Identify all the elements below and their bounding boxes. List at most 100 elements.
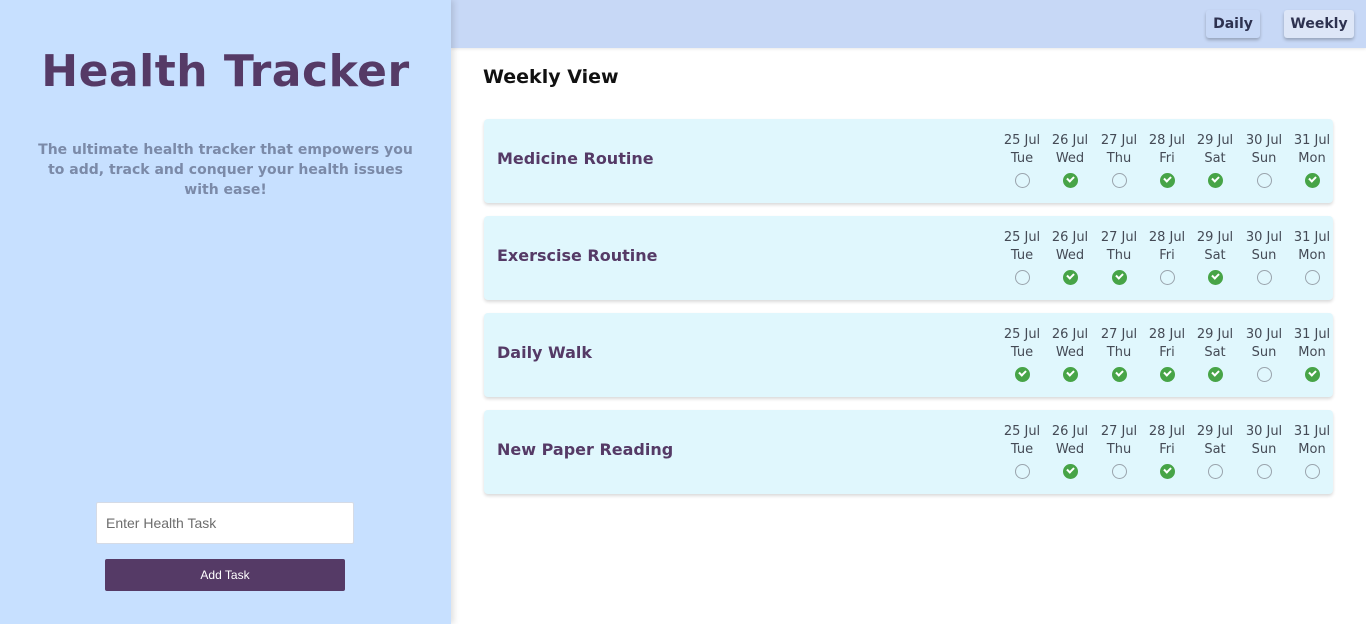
page-title: Weekly View <box>483 66 619 88</box>
day-weekday: Tue <box>1010 248 1034 263</box>
day-date: 27 Jul <box>1100 230 1138 245</box>
day-weekday: Mon <box>1298 345 1326 360</box>
day-date: 29 Jul <box>1196 327 1234 342</box>
check-circle-icon[interactable] <box>1062 270 1078 285</box>
day-date: 28 Jul <box>1148 424 1186 439</box>
day-column: 25 Jul Tue <box>997 423 1047 479</box>
task-name: Medicine Routine <box>497 149 654 168</box>
empty-circle-icon[interactable] <box>1256 270 1272 285</box>
check-circle-icon[interactable] <box>1062 173 1078 188</box>
day-date: 31 Jul <box>1293 327 1331 342</box>
task-name: New Paper Reading <box>497 440 674 459</box>
day-weekday: Sun <box>1251 248 1277 263</box>
check-circle-icon[interactable] <box>1014 367 1030 382</box>
empty-circle-icon[interactable] <box>1304 464 1320 479</box>
day-column: 27 Jul Thu <box>1094 326 1144 382</box>
task-list: Medicine Routine 25 Jul Tue 26 Jul Wed 27 Jul… <box>484 119 1333 507</box>
day-date: 31 Jul <box>1293 133 1331 148</box>
top-bar: Daily Weekly <box>451 0 1366 48</box>
day-weekday: Sat <box>1204 345 1226 360</box>
app-tagline: The ultimate health tracker that empower… <box>38 142 413 198</box>
day-date: 28 Jul <box>1148 230 1186 245</box>
day-date: 29 Jul <box>1196 133 1234 148</box>
day-weekday: Wed <box>1055 151 1085 166</box>
day-column: 29 Jul Sat <box>1190 132 1240 188</box>
day-column: 26 Jul Wed <box>1045 423 1095 479</box>
day-column: 28 Jul Fri <box>1142 423 1192 479</box>
day-column: 27 Jul Thu <box>1094 229 1144 285</box>
empty-circle-icon[interactable] <box>1256 464 1272 479</box>
day-column: 25 Jul Tue <box>997 132 1047 188</box>
day-date: 26 Jul <box>1051 133 1089 148</box>
day-column: 29 Jul Sat <box>1190 229 1240 285</box>
task-name: Daily Walk <box>497 343 593 362</box>
empty-circle-icon[interactable] <box>1014 173 1030 188</box>
empty-circle-icon[interactable] <box>1111 464 1127 479</box>
app-title: Health Tracker <box>41 46 410 97</box>
empty-circle-icon[interactable] <box>1256 173 1272 188</box>
check-circle-icon[interactable] <box>1111 367 1127 382</box>
day-weekday: Sat <box>1204 248 1226 263</box>
task-card: Exerscise Routine 25 Jul Tue 26 Jul Wed 27 Ju… <box>484 216 1333 300</box>
day-date: 26 Jul <box>1051 424 1089 439</box>
empty-circle-icon[interactable] <box>1014 270 1030 285</box>
day-weekday: Fri <box>1159 151 1175 166</box>
check-circle-icon[interactable] <box>1111 270 1127 285</box>
day-weekday: Mon <box>1298 248 1326 263</box>
empty-circle-icon[interactable] <box>1207 464 1223 479</box>
check-circle-icon[interactable] <box>1304 367 1320 382</box>
day-column: 26 Jul Wed <box>1045 326 1095 382</box>
day-date: 31 Jul <box>1293 230 1331 245</box>
day-column: 31 Jul Mon <box>1287 423 1337 479</box>
weekly-view-button[interactable]: Weekly <box>1284 10 1354 38</box>
week-days: 25 Jul Tue 26 Jul Wed 27 Jul Thu 28 Jul Fri 29 J… <box>991 423 1333 493</box>
week-days: 25 Jul Tue 26 Jul Wed 27 Jul Thu 28 Jul Fri 29 J… <box>991 229 1333 299</box>
day-weekday: Wed <box>1055 442 1085 457</box>
check-circle-icon[interactable] <box>1207 367 1223 382</box>
day-column: 25 Jul Tue <box>997 229 1047 285</box>
day-column: 28 Jul Fri <box>1142 229 1192 285</box>
check-circle-icon[interactable] <box>1159 173 1175 188</box>
day-weekday: Thu <box>1106 345 1132 360</box>
health-task-input[interactable] <box>96 502 354 544</box>
empty-circle-icon[interactable] <box>1159 270 1175 285</box>
empty-circle-icon[interactable] <box>1014 464 1030 479</box>
day-column: 31 Jul Mon <box>1287 132 1337 188</box>
sidebar: Health Tracker The ultimate health track… <box>0 0 451 624</box>
check-circle-icon[interactable] <box>1159 464 1175 479</box>
check-circle-icon[interactable] <box>1207 173 1223 188</box>
day-column: 29 Jul Sat <box>1190 326 1240 382</box>
day-column: 30 Jul Sun <box>1239 326 1289 382</box>
check-circle-icon[interactable] <box>1207 270 1223 285</box>
day-column: 31 Jul Mon <box>1287 326 1337 382</box>
day-date: 29 Jul <box>1196 424 1234 439</box>
day-weekday: Thu <box>1106 248 1132 263</box>
day-column: 30 Jul Sun <box>1239 229 1289 285</box>
check-circle-icon[interactable] <box>1159 367 1175 382</box>
day-weekday: Sun <box>1251 442 1277 457</box>
check-circle-icon[interactable] <box>1062 367 1078 382</box>
day-date: 25 Jul <box>1003 230 1041 245</box>
task-name: Exerscise Routine <box>497 246 658 265</box>
day-column: 30 Jul Sun <box>1239 132 1289 188</box>
day-column: 25 Jul Tue <box>997 326 1047 382</box>
check-circle-icon[interactable] <box>1304 173 1320 188</box>
day-column: 29 Jul Sat <box>1190 423 1240 479</box>
daily-view-button[interactable]: Daily <box>1206 10 1260 38</box>
empty-circle-icon[interactable] <box>1111 173 1127 188</box>
day-column: 28 Jul Fri <box>1142 132 1192 188</box>
empty-circle-icon[interactable] <box>1304 270 1320 285</box>
day-column: 26 Jul Wed <box>1045 229 1095 285</box>
day-column: 28 Jul Fri <box>1142 326 1192 382</box>
day-weekday: Tue <box>1010 345 1034 360</box>
day-date: 28 Jul <box>1148 133 1186 148</box>
day-weekday: Sat <box>1204 151 1226 166</box>
add-task-button[interactable]: Add Task <box>105 559 345 591</box>
check-circle-icon[interactable] <box>1062 464 1078 479</box>
task-card: Medicine Routine 25 Jul Tue 26 Jul Wed 27 Jul… <box>484 119 1333 203</box>
empty-circle-icon[interactable] <box>1256 367 1272 382</box>
day-date: 28 Jul <box>1148 327 1186 342</box>
day-weekday: Wed <box>1055 248 1085 263</box>
day-date: 25 Jul <box>1003 133 1041 148</box>
day-date: 27 Jul <box>1100 424 1138 439</box>
